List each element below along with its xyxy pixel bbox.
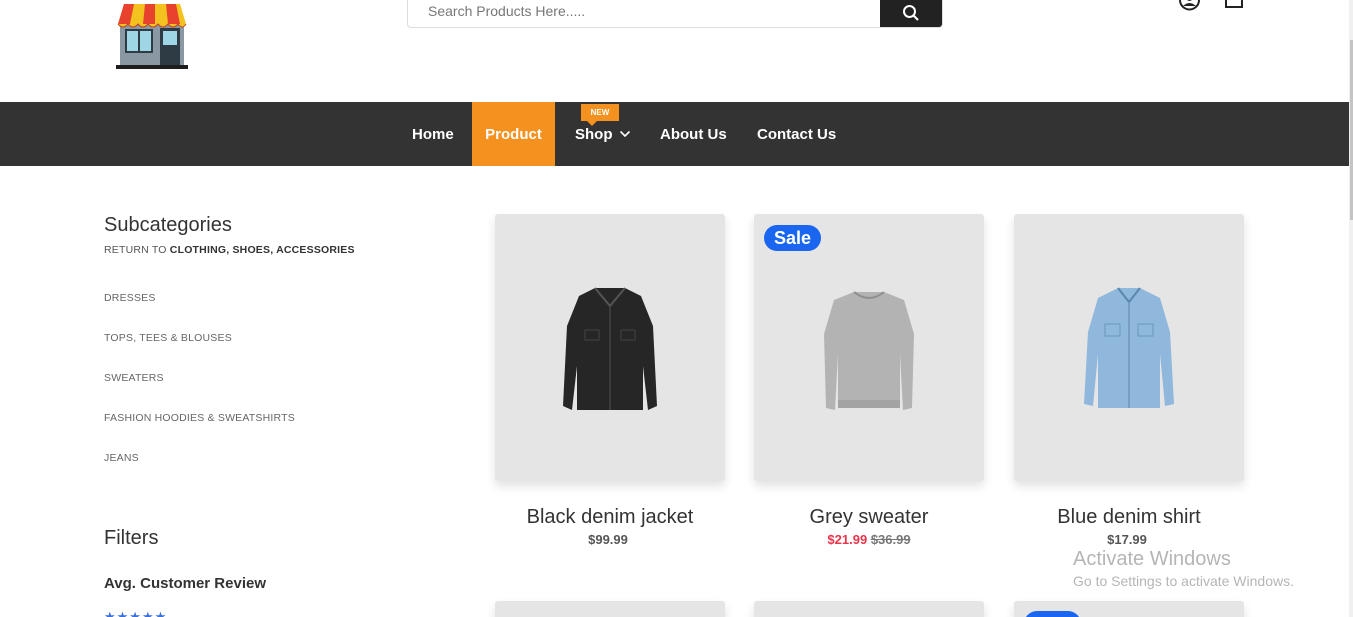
nav-label: Product (485, 125, 542, 143)
nav-item-home[interactable]: Home (412, 102, 454, 166)
sale-badge-label: Sale (773, 227, 812, 248)
nav-item-product[interactable]: Product (472, 102, 555, 166)
activation-watermark-text: Go to Settings to activate Windows. (1073, 573, 1294, 589)
return-prefix: RETURN TO (104, 244, 170, 256)
category-link[interactable]: DRESSES (104, 292, 156, 304)
product-image[interactable] (495, 214, 725, 481)
search-bar (407, 0, 943, 28)
new-badge-label: NEW (590, 108, 610, 117)
sale-badge: Sale (764, 225, 821, 251)
sale-badge (1024, 611, 1081, 617)
product-image[interactable] (754, 214, 984, 481)
chevron-down-icon (619, 130, 630, 138)
search-icon (903, 5, 919, 21)
product-price: $21.99 $36.99 (754, 532, 984, 547)
original-price: $36.99 (870, 532, 911, 547)
user-account-icon[interactable] (1179, 0, 1200, 11)
product-image[interactable] (754, 601, 984, 617)
search-input[interactable] (408, 0, 880, 27)
nav-item-contact-us[interactable]: Contact Us (757, 102, 836, 166)
return-link[interactable]: RETURN TO CLOTHING, SHOES, ACCESSORIES (104, 244, 355, 256)
new-badge: NEW (581, 104, 619, 126)
product-image[interactable] (495, 601, 725, 617)
review-filter-title: Avg. Customer Review (104, 575, 266, 592)
return-target[interactable]: CLOTHING, SHOES, ACCESSORIES (170, 244, 355, 256)
search-button[interactable] (880, 0, 942, 27)
category-link[interactable]: FASHION HOODIES & SWEATSHIRTS (104, 412, 295, 424)
product-name[interactable]: Blue denim shirt (1014, 506, 1244, 529)
subcategories-title: Subcategories (104, 214, 232, 236)
star-rating-filter[interactable]: ★★★★★ (104, 609, 167, 617)
product-image[interactable] (1014, 214, 1244, 481)
nav-label: Shop (575, 125, 613, 143)
nav-label: Home (412, 125, 454, 143)
nav-item-about-us[interactable]: About Us (660, 102, 727, 166)
category-link[interactable]: JEANS (104, 452, 139, 464)
product-price: $99.99 (588, 532, 628, 547)
cart-icon[interactable] (1225, 0, 1243, 8)
blue-shirt-icon (1084, 287, 1174, 408)
activation-watermark-title: Activate Windows (1073, 548, 1231, 570)
store-logo[interactable] (114, 0, 190, 70)
filters-title: Filters (104, 527, 159, 549)
nav-label: About Us (660, 125, 727, 143)
product-name[interactable]: Black denim jacket (495, 506, 725, 529)
main-nav: Home Product Shop About Us Contact Us (0, 102, 1349, 166)
grey-sweater-icon (824, 291, 914, 410)
product-name[interactable]: Grey sweater (754, 506, 984, 529)
page: Home Product Shop About Us Contact Us NE… (0, 0, 1353, 617)
category-link[interactable]: SWEATERS (104, 372, 164, 384)
black-jacket-icon (563, 287, 657, 410)
nav-label: Contact Us (757, 125, 837, 143)
product-price: $17.99 (1107, 532, 1147, 547)
sale-price: $21.99 (827, 532, 868, 547)
category-link[interactable]: TOPS, TEES & BLOUSES (104, 332, 232, 344)
